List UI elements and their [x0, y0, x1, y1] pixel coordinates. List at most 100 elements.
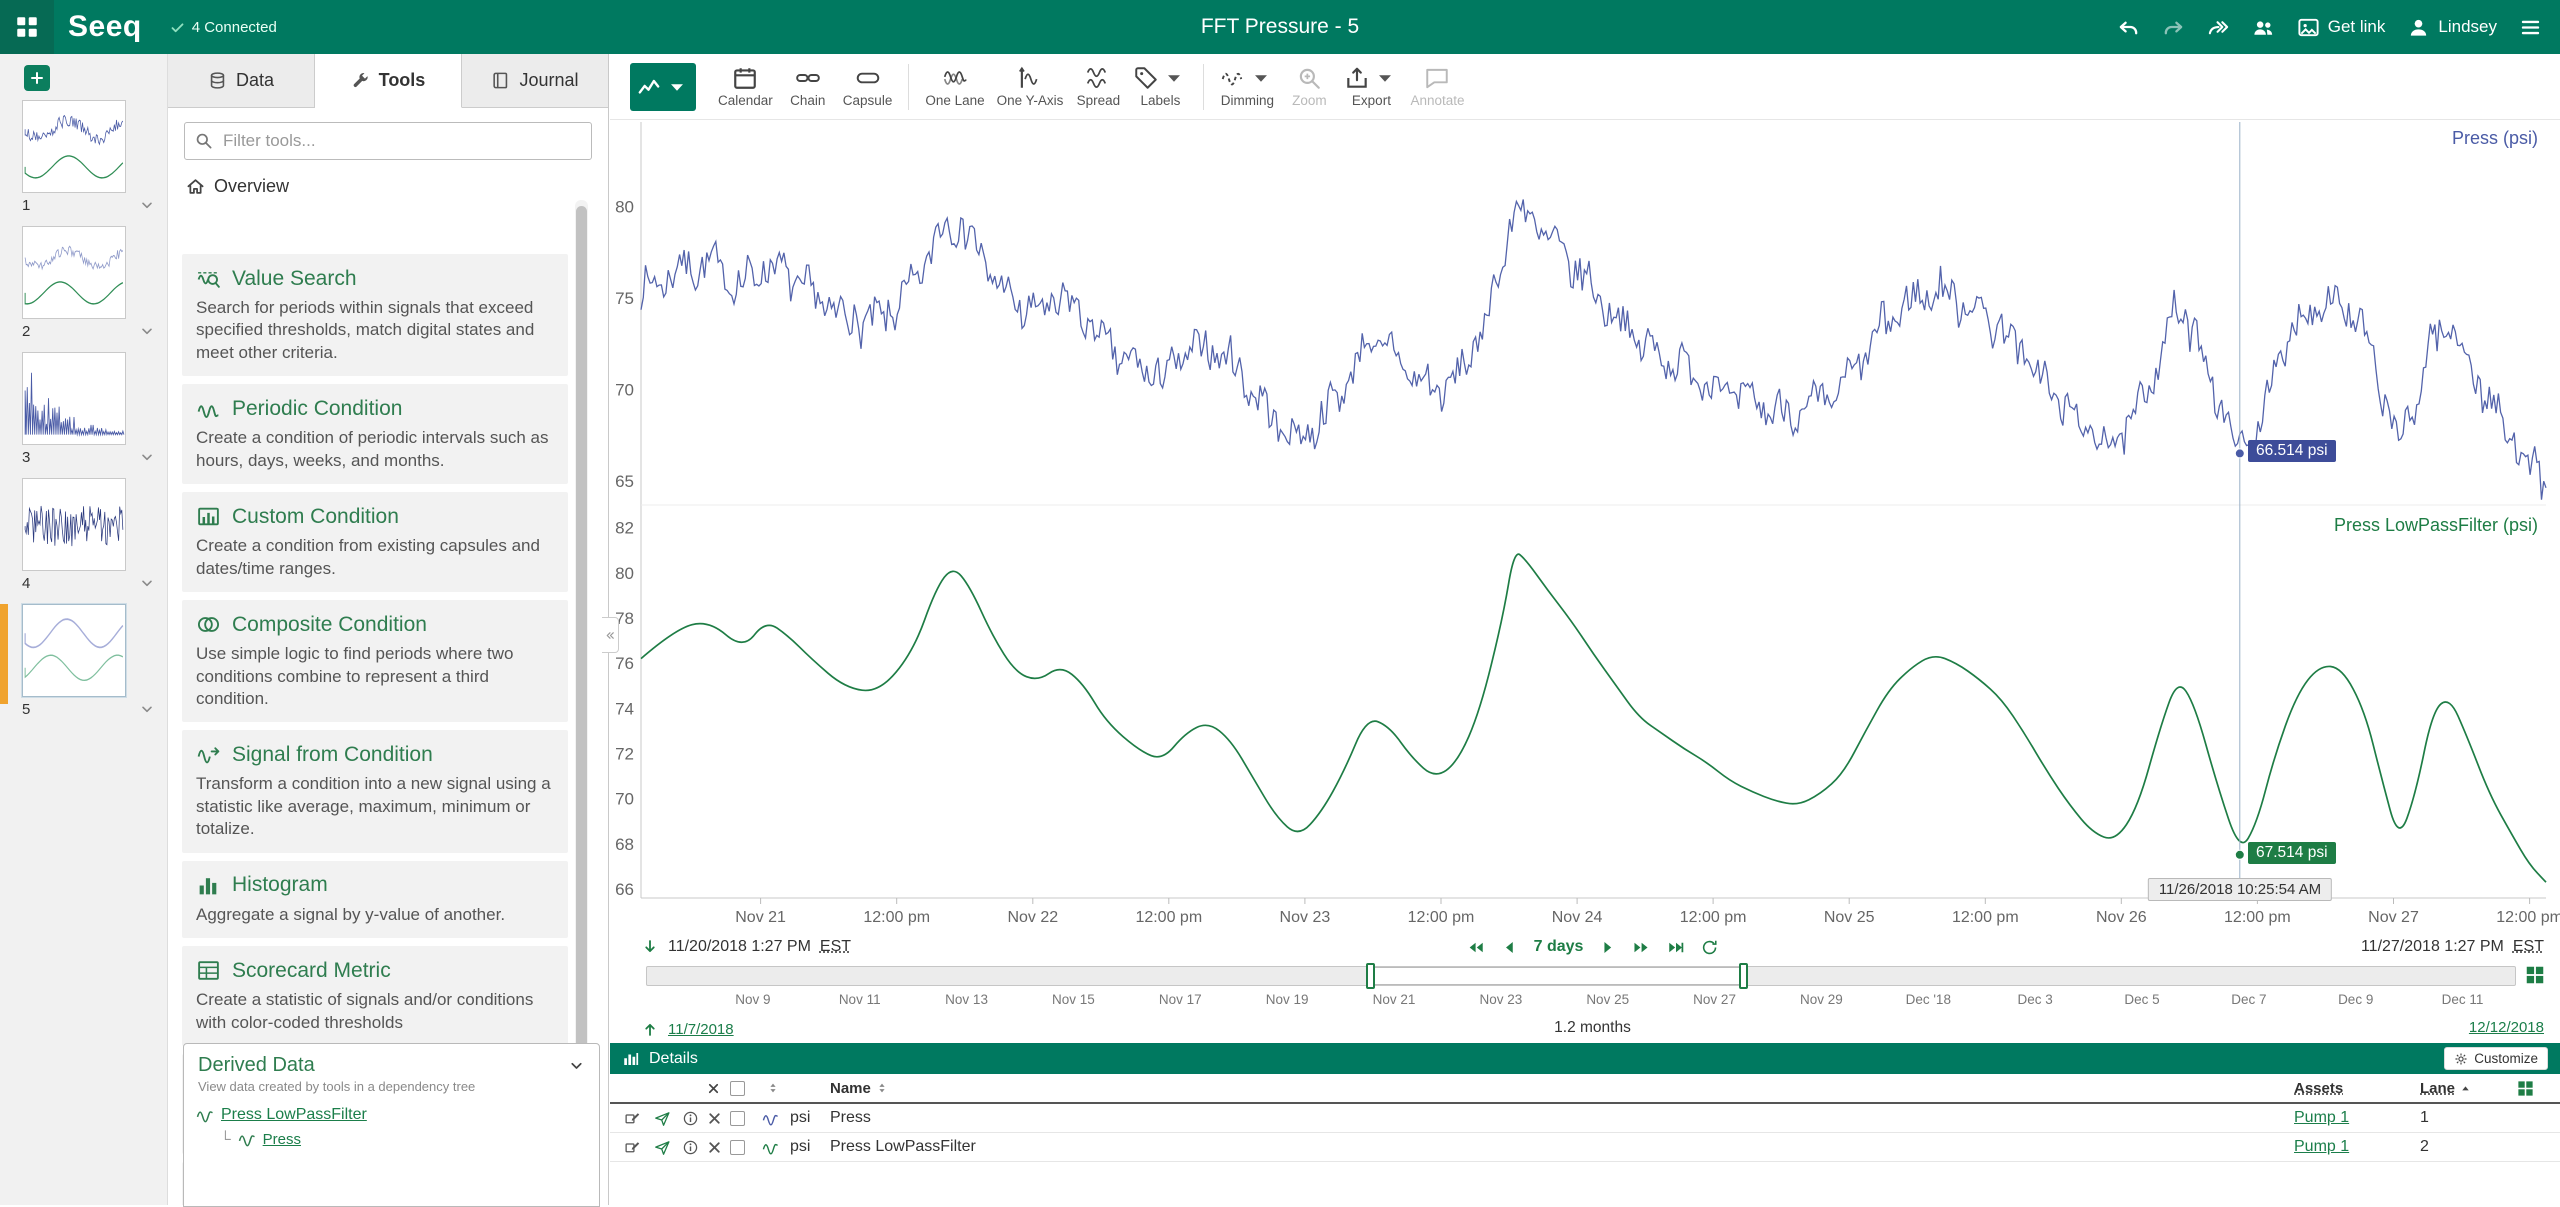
chevron-down-icon[interactable] [139, 701, 155, 717]
toolbar-dimming-button[interactable]: Dimming [1214, 57, 1280, 117]
chevron-down-icon[interactable] [568, 1057, 585, 1074]
asset-link[interactable]: Pump 1 [2294, 1138, 2349, 1156]
worksheet-thumbnail[interactable] [22, 226, 126, 319]
send-icon[interactable] [654, 1139, 671, 1156]
trend-plot[interactable]: Nov 2112:00 pmNov 2212:00 pmNov 2312:00 … [610, 120, 2560, 930]
tab-data[interactable]: Data [168, 54, 315, 107]
toolbar-export-button[interactable]: Export [1338, 57, 1404, 117]
toolbar-annotate-button[interactable]: Annotate [1404, 57, 1470, 117]
row-checkbox[interactable] [730, 1111, 745, 1126]
worksheet-item-2[interactable]: 2 [22, 226, 155, 343]
display-range-end[interactable]: 11/27/2018 1:27 PM EST [2361, 930, 2544, 964]
chevron-down-icon[interactable] [139, 323, 155, 339]
worksheet-item-4[interactable]: 4 [22, 478, 155, 595]
hamburger-menu-icon[interactable] [2519, 16, 2542, 39]
row-checkbox[interactable] [730, 1140, 745, 1155]
select-all-checkbox[interactable] [730, 1081, 745, 1096]
toolbar-zoom-button[interactable]: Zoom [1280, 57, 1338, 117]
display-range-start[interactable]: 11/20/2018 1:27 PM EST [641, 930, 851, 964]
present-icon[interactable] [2207, 16, 2230, 39]
edit-icon[interactable] [624, 1139, 641, 1156]
scrollbar-thumb[interactable] [576, 206, 587, 1072]
selected-range[interactable] [1371, 967, 1745, 985]
tool-item-custom-condition[interactable]: Custom Condition Create a condition from… [182, 492, 568, 592]
toolbar-spread-button[interactable]: Spread [1069, 57, 1127, 117]
tool-item-value-search[interactable]: Value Search Search for periods within s… [182, 254, 568, 376]
info-icon[interactable] [682, 1110, 699, 1127]
refresh-icon[interactable] [1700, 938, 1719, 957]
step-back-icon[interactable] [1500, 938, 1519, 957]
step-forward-icon[interactable] [1598, 938, 1617, 957]
connection-status[interactable]: 4 Connected [170, 19, 277, 36]
investigate-start-date[interactable]: 11/7/2018 [668, 1021, 734, 1038]
users-icon[interactable] [2252, 16, 2275, 39]
investigate-range-start[interactable]: 11/7/2018 [641, 1016, 734, 1042]
user-menu[interactable]: Lindsey [2407, 16, 2497, 39]
toolbar-labels-button[interactable]: Labels [1127, 57, 1193, 117]
toolbar-one-lane-button[interactable]: One Lane [919, 57, 990, 117]
chevron-down-icon[interactable] [139, 575, 155, 591]
toolbar-calendar-button[interactable]: Calendar [712, 57, 779, 117]
sort-icon[interactable] [766, 1081, 780, 1095]
toolbar-trend-type-button[interactable] [630, 63, 696, 111]
undo-icon[interactable] [2117, 16, 2140, 39]
derived-item-link[interactable]: Press LowPassFilter [221, 1106, 367, 1124]
tool-item-periodic-condition[interactable]: Periodic Condition Create a condition of… [182, 384, 568, 484]
assets-column-header[interactable]: Assets [2294, 1080, 2420, 1097]
sort-icon[interactable] [875, 1081, 889, 1095]
seeq-logo[interactable]: Seeq [68, 10, 142, 44]
tab-journal[interactable]: Journal [462, 54, 608, 107]
collapse-panel-handle[interactable] [602, 617, 619, 653]
range-end-timezone[interactable]: EST [2513, 938, 2544, 956]
add-worksheet-button[interactable] [24, 65, 50, 91]
overview-link[interactable]: Overview [186, 170, 590, 202]
tool-item-composite-condition[interactable]: Composite Condition Use simple logic to … [182, 600, 568, 722]
toolbar-one-y-axis-button[interactable]: One Y-Axis [991, 57, 1070, 117]
trend-chart[interactable]: Nov 2112:00 pmNov 2212:00 pmNov 2312:00 … [610, 120, 2560, 930]
tool-item-signal-from-condition[interactable]: Signal from Condition Transform a condit… [182, 730, 568, 852]
remove-all-icon[interactable] [706, 1081, 721, 1096]
filter-tools-input[interactable] [184, 122, 592, 160]
fast-forward-icon[interactable] [1632, 938, 1651, 957]
toolbar-capsule-button[interactable]: Capsule [837, 57, 899, 117]
tool-description: Transform a condition into a new signal … [196, 773, 554, 840]
name-column-header[interactable]: Name [830, 1080, 871, 1097]
toolbar-chain-button[interactable]: Chain [779, 57, 837, 117]
table-view-icon[interactable] [2516, 1079, 2535, 1098]
worksheet-thumbnail[interactable] [22, 100, 126, 193]
lane-column-header[interactable]: Lane [2420, 1080, 2516, 1097]
app-grid-button[interactable] [0, 0, 54, 54]
derived-item-press[interactable]: └ Press [220, 1127, 587, 1151]
worksheet-thumbnail[interactable] [22, 352, 126, 445]
range-start-handle[interactable] [1366, 963, 1375, 989]
remove-icon[interactable] [706, 1139, 723, 1156]
derived-item-link[interactable]: Press [263, 1131, 301, 1148]
chevron-down-icon[interactable] [139, 197, 155, 213]
remove-icon[interactable] [706, 1110, 723, 1127]
investigate-end-date[interactable]: 12/12/2018 [2469, 1019, 2544, 1036]
asset-link[interactable]: Pump 1 [2294, 1109, 2349, 1127]
chevron-down-icon[interactable] [139, 449, 155, 465]
info-icon[interactable] [682, 1139, 699, 1156]
tool-item-histogram[interactable]: Histogram Aggregate a signal by y-value … [182, 861, 568, 938]
range-duration[interactable]: 7 days [1534, 938, 1584, 956]
worksheet-thumbnail[interactable] [22, 478, 126, 571]
fast-backward-icon[interactable] [1466, 938, 1485, 957]
worksheet-item-5[interactable]: 5 [22, 604, 155, 721]
range-end-handle[interactable] [1739, 963, 1748, 989]
get-link-button[interactable]: Get link [2297, 16, 2386, 39]
worksheet-item-1[interactable]: 1 [22, 100, 155, 217]
send-icon[interactable] [654, 1110, 671, 1127]
range-start-timezone[interactable]: EST [820, 938, 851, 956]
skip-to-now-icon[interactable] [1666, 938, 1685, 957]
derived-item-press-lowpassfilter[interactable]: Press LowPassFilter [196, 1103, 587, 1127]
worksheet-item-3[interactable]: 3 [22, 352, 155, 469]
edit-icon[interactable] [624, 1110, 641, 1127]
redo-icon[interactable] [2162, 16, 2185, 39]
timeline-scrubber[interactable] [646, 966, 2516, 986]
customize-button[interactable]: Customize [2444, 1047, 2548, 1070]
tab-tools[interactable]: Tools [315, 54, 462, 108]
worksheet-thumbnail[interactable] [22, 604, 126, 697]
tool-item-scorecard-metric[interactable]: Scorecard Metric Create a statistic of s… [182, 946, 568, 1046]
auto-update-icon[interactable] [2524, 964, 2546, 986]
